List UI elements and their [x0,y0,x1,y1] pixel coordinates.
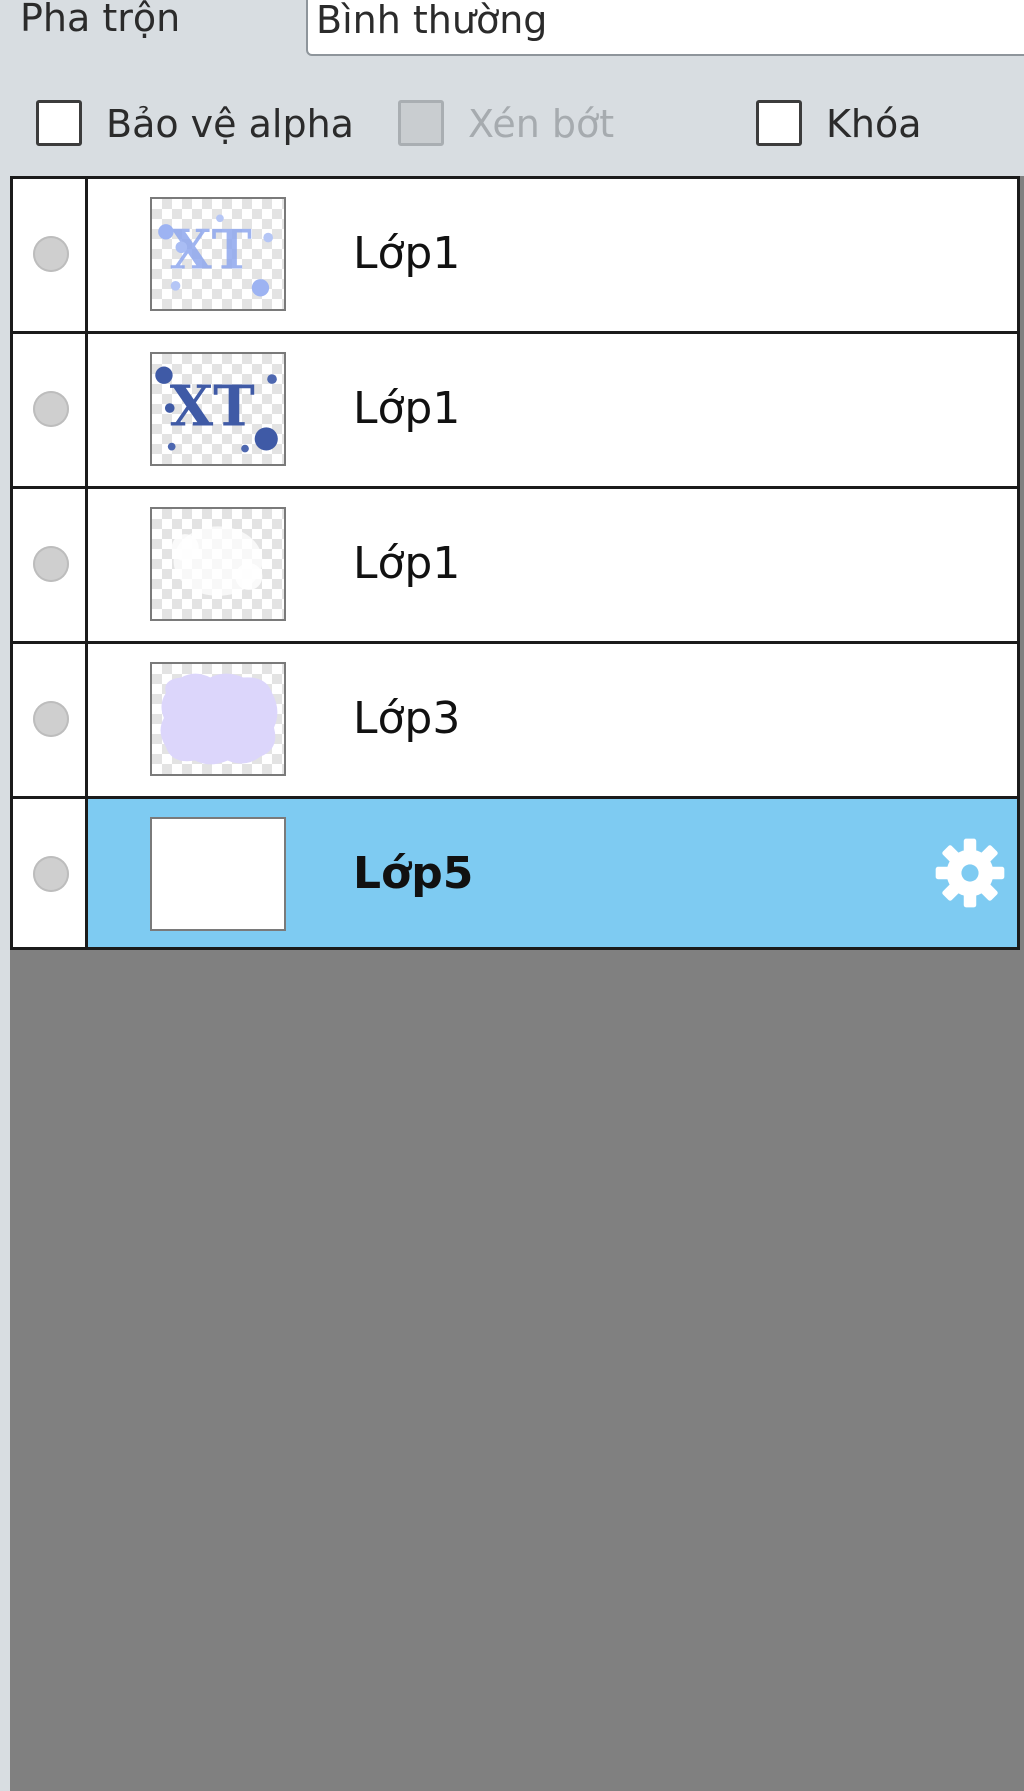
visibility-toggle-icon[interactable] [33,701,69,737]
lock-checkbox[interactable] [756,100,802,146]
layer-thumbnail: XT [150,352,286,466]
visibility-column [13,179,88,331]
layer-panel: XT Lớp1 XT Lớp1 Lớp1 Lớp3 Lớp5 [10,176,1024,1791]
visibility-column [13,644,88,796]
layer-thumbnail [150,662,286,776]
clipping-checkbox [398,100,444,146]
blend-mode-row: Pha trộn Bình thường [0,0,1024,60]
protect-alpha-label: Bảo vệ alpha [106,102,354,146]
visibility-toggle-icon[interactable] [33,546,69,582]
layer-row[interactable]: Lớp3 [13,644,1017,799]
protect-alpha-checkbox[interactable] [36,100,82,146]
blend-mode-value: Bình thường [316,0,548,42]
layer-row-content[interactable]: Lớp3 [88,644,1017,796]
visibility-column [13,799,88,947]
blend-mode-select[interactable]: Bình thường [306,0,1024,56]
layer-name: Lớp1 [353,228,461,279]
layer-name: Lớp1 [353,538,461,589]
layer-thumbnail [150,507,286,621]
layer-name: Lớp5 [353,848,474,899]
lock-label: Khóa [826,102,922,146]
layer-row-content[interactable]: Lớp5 [88,799,1017,947]
clipping-label: Xén bớt [468,102,615,146]
layer-thumbnail: XT [150,197,286,311]
visibility-toggle-icon[interactable] [33,856,69,892]
layer-row[interactable]: XT Lớp1 [13,334,1017,489]
layer-name: Lớp1 [353,383,461,434]
gear-icon[interactable] [931,834,1009,912]
layer-list: XT Lớp1 XT Lớp1 Lớp1 Lớp3 Lớp5 [10,176,1020,950]
visibility-toggle-icon[interactable] [33,236,69,272]
visibility-column [13,489,88,641]
layer-row[interactable]: Lớp1 [13,489,1017,644]
visibility-column [13,334,88,486]
visibility-toggle-icon[interactable] [33,391,69,427]
layer-row-content[interactable]: XT Lớp1 [88,179,1017,331]
layer-thumbnail [150,817,286,931]
layer-name: Lớp3 [353,693,461,744]
layer-row-content[interactable]: XT Lớp1 [88,334,1017,486]
layer-row-selected[interactable]: Lớp5 [13,799,1017,950]
layer-row[interactable]: XT Lớp1 [13,179,1017,334]
layer-row-content[interactable]: Lớp1 [88,489,1017,641]
blend-mode-label: Pha trộn [20,0,181,40]
svg-text:XT: XT [170,373,255,439]
